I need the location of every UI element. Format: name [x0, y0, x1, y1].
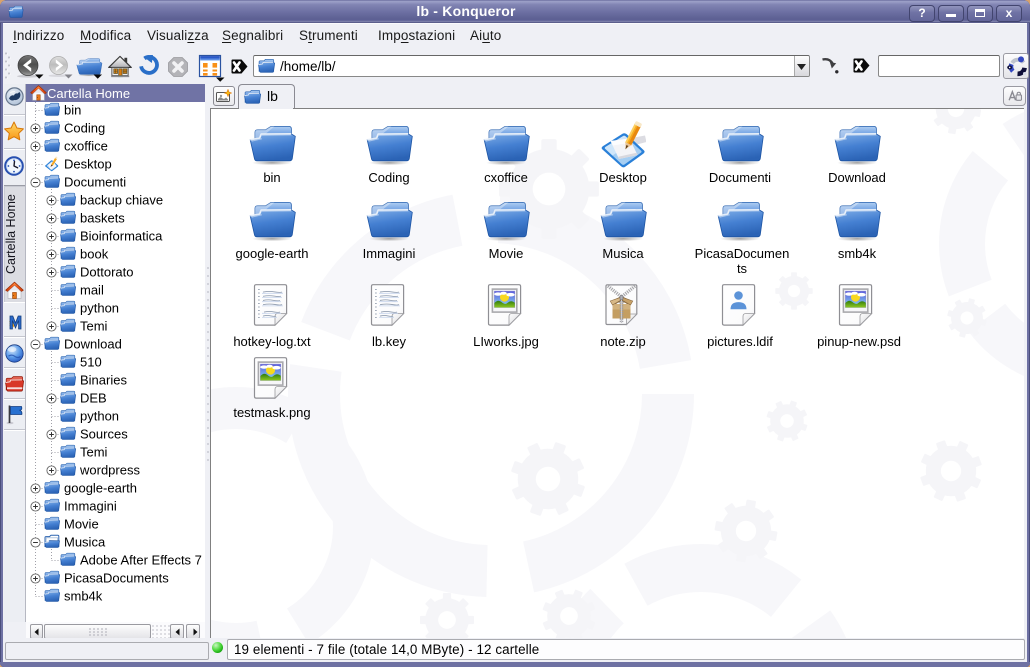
svg-text:cxoffice: cxoffice: [64, 139, 108, 154]
svg-text:google-earth: google-earth: [64, 481, 137, 496]
svg-text:Dottorato: Dottorato: [80, 265, 133, 280]
svg-text:Temi: Temi: [80, 319, 108, 334]
svg-text:510: 510: [80, 355, 102, 370]
svg-text:Immagini: Immagini: [64, 499, 117, 514]
svg-text:DEB: DEB: [80, 391, 107, 406]
svg-text:Movie: Movie: [64, 517, 99, 532]
svg-text:Musica: Musica: [64, 535, 106, 550]
svg-text:Documenti: Documenti: [64, 175, 126, 190]
svg-text:Desktop: Desktop: [64, 157, 112, 172]
svg-text:PicasaDocuments: PicasaDocuments: [64, 571, 169, 586]
svg-text:smb4k: smb4k: [64, 589, 103, 604]
svg-text:Bioinformatica: Bioinformatica: [80, 229, 163, 244]
svg-text:python: python: [80, 409, 119, 424]
svg-text:baskets: baskets: [80, 211, 125, 226]
svg-text:bin: bin: [64, 103, 81, 118]
svg-text:Download: Download: [64, 337, 122, 352]
svg-text:Temi: Temi: [80, 445, 108, 460]
svg-text:python: python: [80, 301, 119, 316]
svg-text:wordpress: wordpress: [79, 463, 140, 478]
svg-text:backup chiave: backup chiave: [80, 193, 163, 208]
svg-text:book: book: [80, 247, 109, 262]
svg-text:Adobe After Effects 7 P: Adobe After Effects 7 P: [80, 553, 205, 568]
svg-text:Binaries: Binaries: [80, 373, 127, 388]
svg-text:Sources: Sources: [80, 427, 128, 442]
svg-text:Coding: Coding: [64, 121, 105, 136]
svg-text:mail: mail: [80, 283, 104, 298]
